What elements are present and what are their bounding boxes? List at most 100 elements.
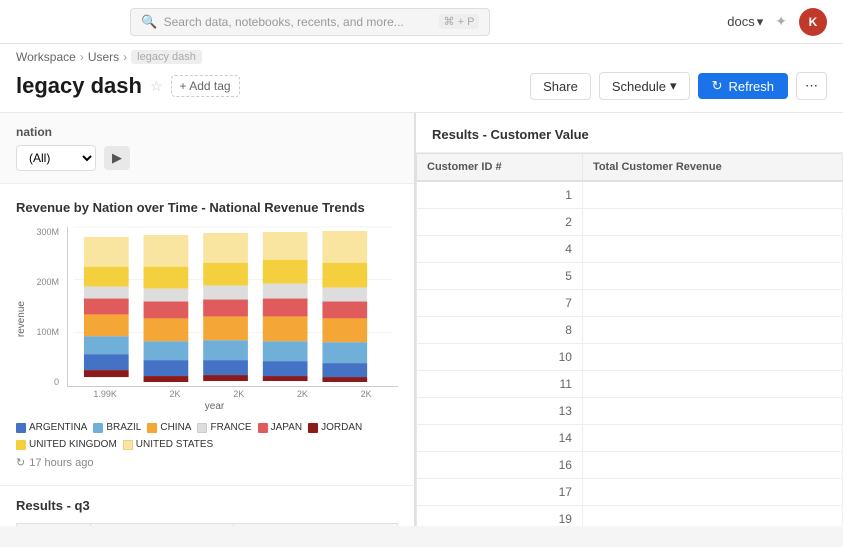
share-button[interactable]: Share <box>530 73 591 100</box>
breadcrumb-workspace[interactable]: Workspace <box>16 50 76 64</box>
cell-customer-id: 14 <box>417 425 583 452</box>
cell-customer-id: 8 <box>417 317 583 344</box>
x-tick-2: 2K <box>170 389 181 399</box>
chart-title: Revenue by Nation over Time - National R… <box>16 200 398 215</box>
chart-section: Revenue by Nation over Time - National R… <box>0 184 414 486</box>
cell-revenue-value <box>582 317 842 344</box>
cell-revenue-value <box>582 181 842 209</box>
y-tick-100m: 100M <box>31 327 59 337</box>
search-shortcut: ⌘ + P <box>439 14 480 29</box>
user-avatar[interactable]: K <box>799 8 827 36</box>
legend-color-us <box>123 440 133 450</box>
star-nav-icon[interactable]: ✦ <box>775 13 787 30</box>
y-tick-0: 0 <box>31 377 59 387</box>
legend-item-us: UNITED STATES <box>123 439 213 450</box>
results-q3-table-wrapper: c_custkey c_name c_address 412445 Custom… <box>16 523 398 526</box>
table-row: 2 <box>417 209 843 236</box>
cell-revenue-value <box>582 209 842 236</box>
table-row: 5 <box>417 263 843 290</box>
table-row: 19 <box>417 506 843 527</box>
legend-label-brazil: BRAZIL <box>106 422 141 433</box>
cell-customer-id: 16 <box>417 452 583 479</box>
legend-item-argentina: ARGENTINA <box>16 422 87 433</box>
search-placeholder: Search data, notebooks, recents, and mor… <box>164 15 404 29</box>
table-row: 7 <box>417 290 843 317</box>
legend-color-china <box>147 423 157 433</box>
page-header: legacy dash ☆ + Add tag Share Schedule ▾… <box>0 64 843 113</box>
breadcrumb-sep2: › <box>123 50 127 64</box>
cell-revenue-value <box>582 452 842 479</box>
legend-color-france <box>197 423 207 433</box>
table-row: 10 <box>417 344 843 371</box>
filter-run-button[interactable]: ▶ <box>104 146 130 170</box>
add-tag-button[interactable]: + Add tag <box>171 75 240 97</box>
cell-revenue-value <box>582 479 842 506</box>
right-table-wrapper: Customer ID # Total Customer Revenue 1 2… <box>416 153 843 526</box>
chart-legend: ARGENTINA BRAZIL CHINA FRANCE JAPAN <box>16 422 398 450</box>
results-q3-title: Results - q3 <box>16 498 398 513</box>
legend-label-china: CHINA <box>160 422 191 433</box>
col-name: c_name <box>90 524 233 527</box>
cell-customer-id: 2 <box>417 209 583 236</box>
search-bar[interactable]: 🔍 Search data, notebooks, recents, and m… <box>130 8 490 36</box>
nation-filter-select[interactable]: (All) <box>16 145 96 171</box>
filter-row: (All) ▶ <box>16 145 398 171</box>
favorite-icon[interactable]: ☆ <box>150 78 163 95</box>
filter-label: nation <box>16 125 398 139</box>
right-table-header-row: Customer ID # Total Customer Revenue <box>417 154 843 182</box>
legend-label-uk: UNITED KINGDOM <box>29 439 117 450</box>
breadcrumb-users[interactable]: Users <box>88 50 119 64</box>
legend-label-us: UNITED STATES <box>136 439 213 450</box>
y-axis-label: revenue <box>16 301 27 337</box>
x-tick-1: 1.99K <box>93 389 117 399</box>
chart-inner: 300M 200M 100M 0 <box>31 227 398 412</box>
legend-label-japan: JAPAN <box>271 422 303 433</box>
y-tick-200m: 200M <box>31 277 59 287</box>
x-tick-3: 2K <box>233 389 244 399</box>
legend-item-uk: UNITED KINGDOM <box>16 439 117 450</box>
nav-right: docs ▾ ✦ K <box>727 8 827 36</box>
cell-customer-id: 17 <box>417 479 583 506</box>
filter-section: nation (All) ▶ <box>0 113 414 184</box>
col-customer-id: Customer ID # <box>417 154 583 182</box>
chart-timestamp: ↻ 17 hours ago <box>16 456 398 469</box>
cell-revenue-value <box>582 263 842 290</box>
x-tick-5: 2K <box>361 389 372 399</box>
breadcrumb-sep1: › <box>80 50 84 64</box>
docs-menu[interactable]: docs ▾ <box>727 14 763 30</box>
search-icon: 🔍 <box>141 14 157 30</box>
table-header-row: c_custkey c_name c_address <box>17 524 398 527</box>
legend-item-japan: JAPAN <box>258 422 303 433</box>
x-tick-4: 2K <box>297 389 308 399</box>
legend-color-argentina <box>16 423 26 433</box>
cell-revenue-value <box>582 290 842 317</box>
page-title: legacy dash <box>16 73 142 99</box>
cell-customer-id: 1 <box>417 181 583 209</box>
x-ticks: 1.99K 2K 2K 2K 2K <box>31 389 398 399</box>
schedule-button[interactable]: Schedule ▾ <box>599 72 690 100</box>
table-row: 4 <box>417 236 843 263</box>
chart-with-yticks: 300M 200M 100M 0 <box>31 227 398 387</box>
legend-item-brazil: BRAZIL <box>93 422 141 433</box>
legend-color-jordan <box>308 423 318 433</box>
table-row: 16 <box>417 452 843 479</box>
chart-svg <box>67 227 398 387</box>
left-panel: nation (All) ▶ Revenue by Nation over Ti… <box>0 113 415 526</box>
table-row: 11 <box>417 371 843 398</box>
cell-revenue-value <box>582 425 842 452</box>
legend-label-jordan: JORDAN <box>321 422 362 433</box>
x-axis-label: year <box>31 401 398 412</box>
results-customer-value-title: Results - Customer Value <box>416 113 843 153</box>
more-options-button[interactable]: ⋯ <box>796 72 827 100</box>
breadcrumb-current: legacy dash <box>131 50 202 64</box>
cell-customer-id: 19 <box>417 506 583 527</box>
col-address: c_address <box>233 524 397 527</box>
refresh-button[interactable]: ↻ Refresh <box>698 73 788 99</box>
cell-customer-id: 13 <box>417 398 583 425</box>
cell-customer-id: 11 <box>417 371 583 398</box>
cell-customer-id: 4 <box>417 236 583 263</box>
top-nav: 🔍 Search data, notebooks, recents, and m… <box>0 0 843 44</box>
cell-revenue-value <box>582 506 842 527</box>
table-row: 14 <box>417 425 843 452</box>
chevron-down-icon: ▾ <box>670 78 677 94</box>
